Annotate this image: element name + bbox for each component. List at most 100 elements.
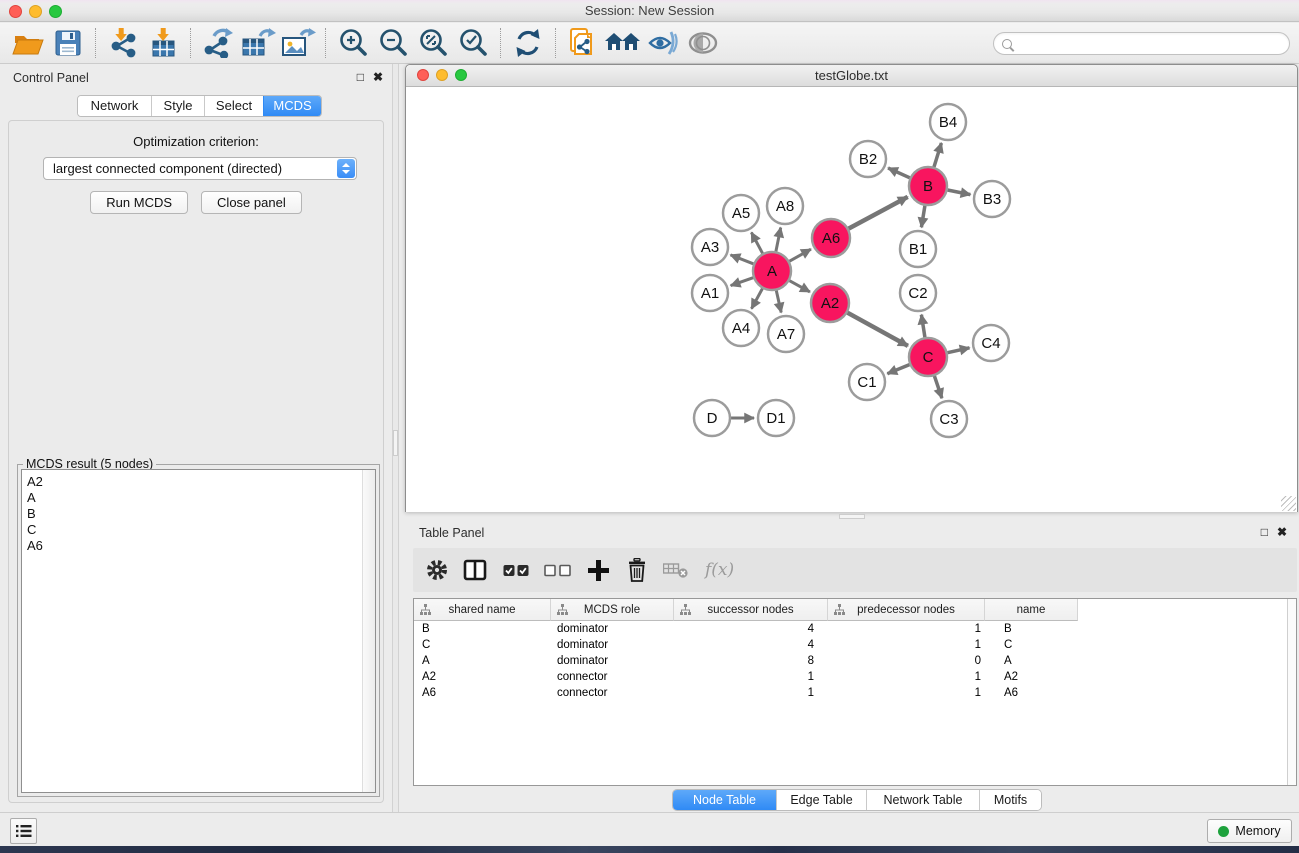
network-window-titlebar[interactable]: testGlobe.txt — [406, 65, 1297, 87]
function-builder-button[interactable]: f(x) — [705, 560, 734, 580]
table-cell[interactable]: 0 — [828, 653, 985, 669]
run-mcds-button[interactable]: Run MCDS — [90, 191, 188, 214]
criterion-dropdown[interactable]: largest connected component (directed) — [43, 157, 357, 180]
minimize-window-icon[interactable] — [29, 5, 42, 18]
graph-edge[interactable] — [790, 249, 811, 261]
tab-network[interactable]: Network — [78, 96, 151, 116]
graph-edge[interactable] — [921, 315, 925, 338]
list-item[interactable]: C — [27, 522, 375, 538]
table-cell[interactable]: connector — [551, 669, 674, 685]
open-session-button[interactable] — [8, 26, 48, 60]
table-cell[interactable]: 1 — [828, 669, 985, 685]
tab-network-table[interactable]: Network Table — [866, 790, 979, 810]
table-row[interactable]: Bdominator41B — [414, 621, 1296, 637]
bird-eye-view-button[interactable] — [683, 26, 723, 60]
split-columns-button[interactable] — [463, 553, 487, 587]
graph-edge[interactable] — [790, 281, 810, 292]
table-cell[interactable]: C — [985, 637, 1078, 653]
gear-button[interactable] — [425, 553, 449, 587]
table-cell[interactable]: 1 — [674, 685, 828, 701]
tab-edge-table[interactable]: Edge Table — [776, 790, 866, 810]
zoom-selected-button[interactable] — [453, 26, 493, 60]
graph-edge[interactable] — [731, 278, 754, 286]
table-cell[interactable]: A2 — [985, 669, 1078, 685]
graph-edge[interactable] — [776, 291, 781, 313]
table-cell[interactable]: B — [414, 621, 551, 637]
graph-edge[interactable] — [848, 313, 908, 346]
zoom-out-button[interactable] — [373, 26, 413, 60]
deselect-all-button[interactable] — [544, 553, 571, 587]
select-all-button[interactable] — [503, 553, 530, 587]
table-row[interactable]: Cdominator41C — [414, 637, 1296, 653]
horizontal-splitter[interactable] — [399, 512, 1299, 520]
import-table-button[interactable] — [143, 26, 183, 60]
vertical-splitter[interactable] — [392, 64, 399, 812]
column-header-successor-nodes[interactable]: successor nodes — [674, 599, 828, 621]
export-image-button[interactable] — [278, 26, 318, 60]
close-panel-button[interactable]: Close panel — [201, 191, 302, 214]
tab-motifs[interactable]: Motifs — [979, 790, 1041, 810]
minimize-network-icon[interactable] — [436, 69, 448, 81]
maximize-network-icon[interactable] — [455, 69, 467, 81]
table-cell[interactable]: A — [985, 653, 1078, 669]
delete-table-button[interactable] — [663, 553, 689, 587]
new-network-from-selection-button[interactable] — [563, 26, 603, 60]
float-panel-icon[interactable]: □ — [1261, 525, 1268, 539]
tab-select[interactable]: Select — [204, 96, 263, 116]
table-cell[interactable]: C — [414, 637, 551, 653]
table-cell[interactable]: 1 — [674, 669, 828, 685]
graph-edge[interactable] — [751, 232, 762, 253]
table-cell[interactable]: 4 — [674, 637, 828, 653]
table-row[interactable]: A6connector11A6 — [414, 685, 1296, 701]
list-item[interactable]: B — [27, 506, 375, 522]
zoom-fit-button[interactable] — [413, 26, 453, 60]
graph-edge[interactable] — [934, 376, 942, 398]
splitter-handle[interactable] — [839, 514, 865, 519]
task-history-button[interactable] — [10, 818, 37, 844]
tab-mcds[interactable]: MCDS — [263, 96, 321, 116]
graph-edge[interactable] — [752, 289, 763, 309]
graph-edge[interactable] — [934, 143, 941, 167]
column-header-shared-name[interactable]: shared name — [414, 599, 551, 621]
network-graph[interactable]: AA1A3A5A8A4A7A6A2BB1B2B3B4CC1C2C3C4DD1 — [406, 88, 1297, 512]
graph-edge[interactable] — [849, 197, 908, 229]
splitter-handle[interactable] — [393, 430, 398, 456]
table-cell[interactable]: 4 — [674, 621, 828, 637]
table-cell[interactable]: B — [985, 621, 1078, 637]
result-scrollbar[interactable] — [362, 470, 375, 792]
column-header-name[interactable]: name — [985, 599, 1078, 621]
import-network-button[interactable] — [103, 26, 143, 60]
table-cell[interactable]: A6 — [985, 685, 1078, 701]
zoom-in-button[interactable] — [333, 26, 373, 60]
table-cell[interactable]: connector — [551, 685, 674, 701]
zoom-window-icon[interactable] — [49, 5, 62, 18]
table-row[interactable]: A2connector11A2 — [414, 669, 1296, 685]
graph-edge[interactable] — [887, 365, 909, 374]
close-network-icon[interactable] — [417, 69, 429, 81]
export-network-button[interactable] — [198, 26, 238, 60]
save-session-button[interactable] — [48, 26, 88, 60]
delete-button[interactable] — [626, 553, 648, 587]
graph-edge[interactable] — [921, 206, 925, 228]
resize-grip[interactable] — [1281, 496, 1296, 511]
network-canvas[interactable]: AA1A3A5A8A4A7A6A2BB1B2B3B4CC1C2C3C4DD1 — [406, 88, 1297, 512]
table-scrollbar[interactable] — [1287, 599, 1296, 785]
table-cell[interactable]: 1 — [828, 637, 985, 653]
column-header-predecessor-nodes[interactable]: predecessor nodes — [828, 599, 985, 621]
table-cell[interactable]: dominator — [551, 621, 674, 637]
graph-edge[interactable] — [776, 228, 781, 252]
refresh-button[interactable] — [508, 26, 548, 60]
graph-edge[interactable] — [948, 348, 970, 353]
list-item[interactable]: A6 — [27, 538, 375, 554]
graph-edge[interactable] — [888, 168, 910, 178]
table-row[interactable]: Adominator80A — [414, 653, 1296, 669]
close-window-icon[interactable] — [9, 5, 22, 18]
graphics-details-button[interactable] — [643, 26, 683, 60]
column-header-mcds-role[interactable]: MCDS role — [551, 599, 674, 621]
table-cell[interactable]: A2 — [414, 669, 551, 685]
float-panel-icon[interactable]: □ — [357, 70, 364, 84]
graph-edge[interactable] — [731, 255, 754, 264]
list-item[interactable]: A2 — [27, 474, 375, 490]
tab-node-table[interactable]: Node Table — [673, 790, 776, 810]
export-table-button[interactable] — [238, 26, 278, 60]
